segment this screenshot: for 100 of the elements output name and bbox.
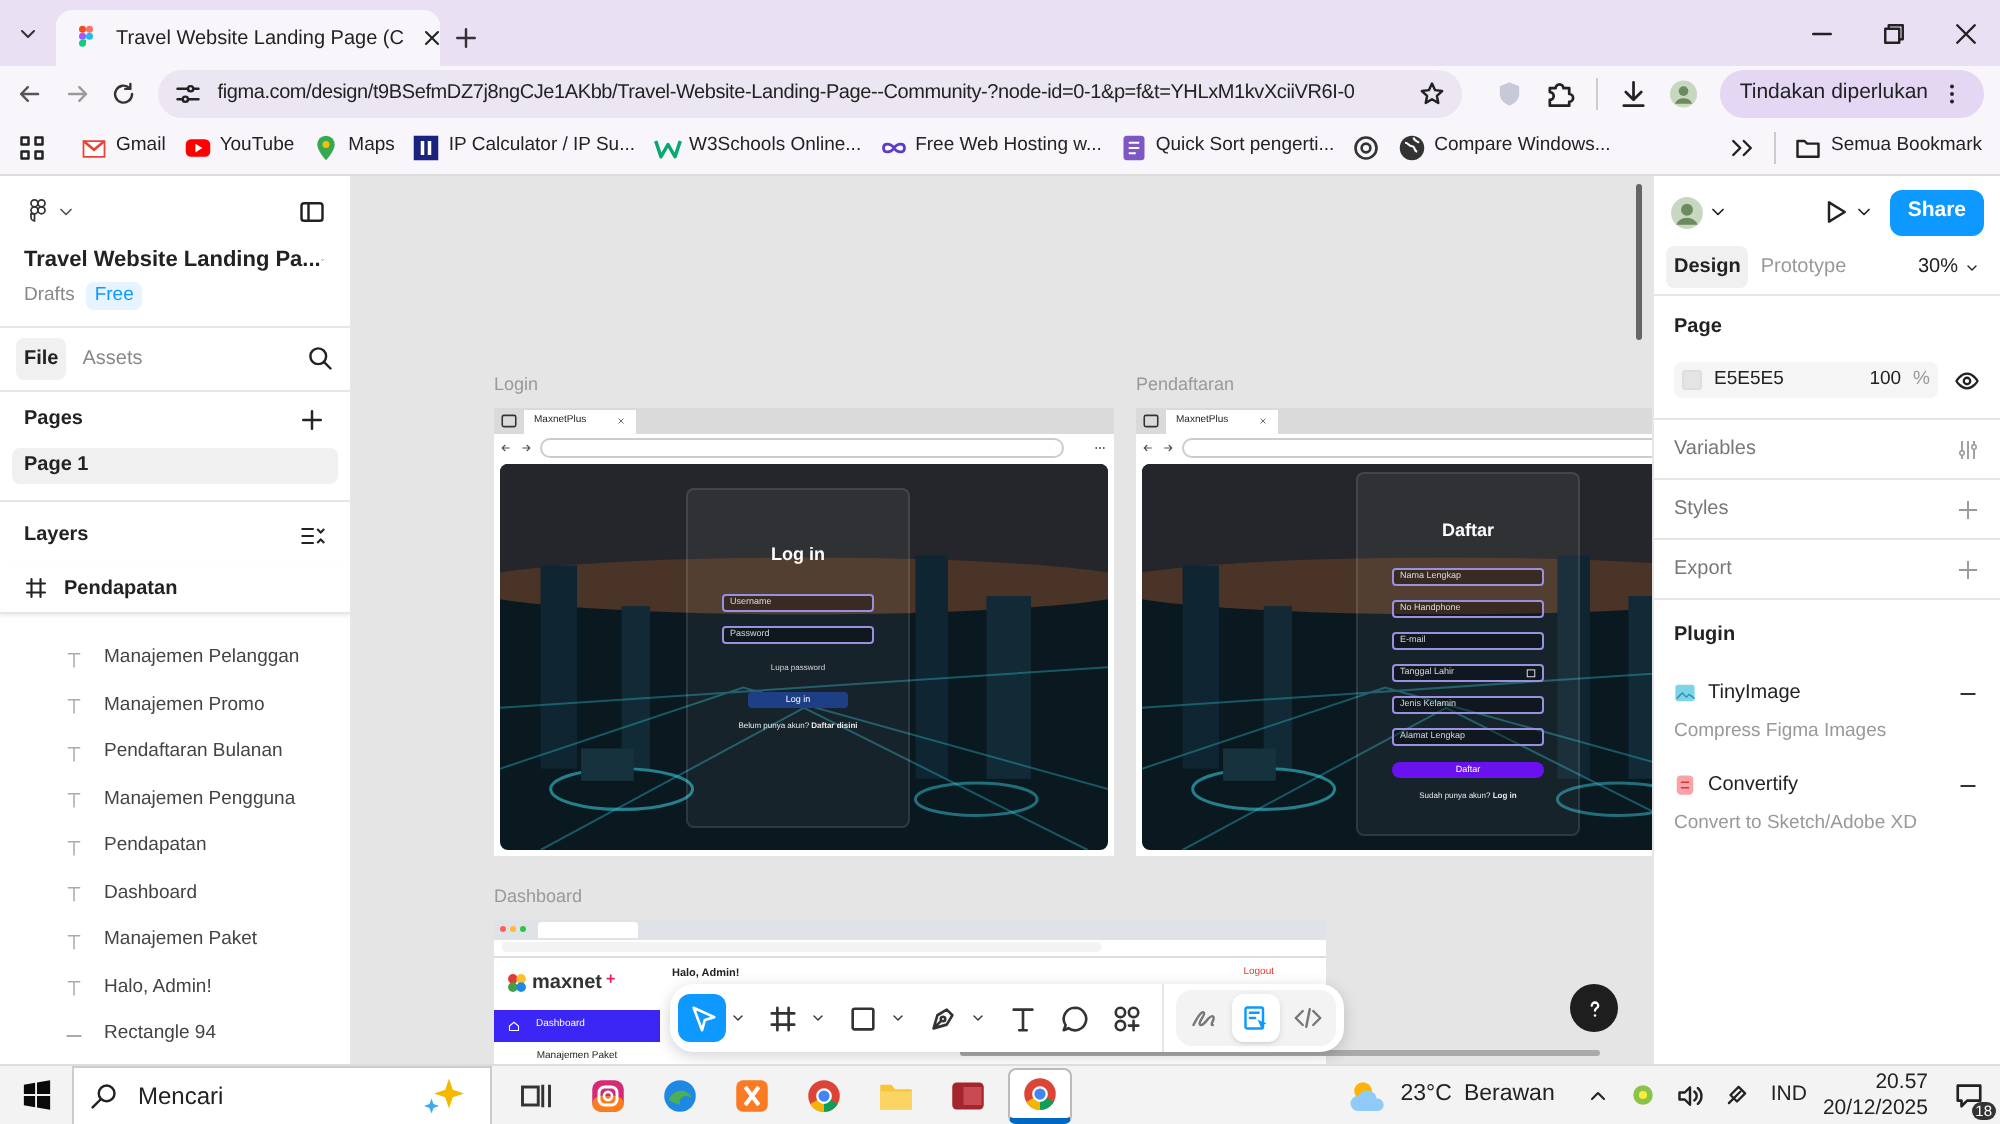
bookmark-icon <box>183 133 212 161</box>
weather-widget[interactable]: 23°C Berawan <box>1348 1075 1555 1115</box>
forward-icon <box>1162 441 1174 453</box>
plugin-name[interactable]: Convertify <box>1708 770 1944 801</box>
page-item[interactable]: Page 1 <box>12 447 338 484</box>
layer-row[interactable]: Manajemen Paket <box>0 917 350 965</box>
plugin-name[interactable]: TinyImage <box>1708 678 1944 708</box>
panel-toggle-icon[interactable] <box>298 198 326 226</box>
text-layer-icon <box>64 884 84 904</box>
action-button[interactable]: Tindakan diperlukan <box>1719 69 1985 117</box>
avatar-icon[interactable] <box>1668 77 1700 109</box>
browser-tab[interactable]: Travel Website Landing Page (C <box>56 10 440 66</box>
plugin-description: Convert to Sketch/Adobe XD <box>1672 810 1919 839</box>
reload-icon[interactable] <box>110 79 138 107</box>
close-icon[interactable] <box>1952 19 1980 47</box>
bookmark-icon[interactable] <box>1352 133 1381 161</box>
clock[interactable]: 20.57 20/12/2025 <box>1822 1069 1928 1121</box>
text-layer-icon <box>64 978 84 998</box>
image-icon <box>1674 682 1696 704</box>
all-bookmarks-link[interactable]: Semua Bookmark <box>1794 132 1982 162</box>
layer-row[interactable]: Manajemen Pelanggan <box>0 635 350 683</box>
text-layer-icon <box>64 790 84 810</box>
bookmark-link[interactable]: Compare Windows... <box>1398 132 1611 162</box>
bookmark-link[interactable]: Gmail <box>80 132 166 162</box>
db-icon <box>950 1077 986 1113</box>
text-layer-icon <box>64 931 84 951</box>
plan-badge: Free <box>86 281 142 310</box>
layer-row[interactable]: Pendaftaran Bulanan <box>0 729 350 777</box>
panel-tab[interactable]: Assets <box>74 337 151 380</box>
comment-icon <box>1059 1003 1089 1033</box>
sliders-icon[interactable] <box>1956 437 1980 461</box>
panel-tab[interactable]: Design <box>1666 246 1749 288</box>
section-heading[interactable]: Export <box>1674 554 1732 584</box>
section-heading: Page <box>1674 314 1724 342</box>
bookmark-link[interactable]: Free Web Hosting w... <box>879 132 1102 162</box>
ball-icon <box>1022 1075 1058 1111</box>
layer-row[interactable]: Manajemen Promo <box>0 682 350 730</box>
close-icon[interactable] <box>419 26 444 50</box>
bookmark-icon <box>1398 133 1427 161</box>
layer-row[interactable]: Pendapatan <box>0 823 350 871</box>
bookmark-star-icon[interactable] <box>1417 79 1446 107</box>
bookmark-link[interactable]: YouTube <box>183 132 295 162</box>
start-icon[interactable] <box>21 1080 51 1110</box>
file-title[interactable]: Travel Website Landing Pa... <box>24 244 321 277</box>
logo-text: maxnet <box>532 973 603 993</box>
code-icon <box>1294 1004 1322 1032</box>
bookmark-link[interactable]: Maps <box>312 132 395 162</box>
close-icon <box>1258 416 1268 426</box>
bookmark-link[interactable]: IP Calculator / IP Su... <box>412 132 636 162</box>
logo-mark: + <box>606 967 616 991</box>
mode-button[interactable] <box>1232 994 1280 1042</box>
mode-switch[interactable] <box>1176 990 1336 1046</box>
section-heading[interactable]: Variables <box>1674 434 1756 464</box>
address-bar[interactable]: figma.com/design/t9BSefmDZ7j8ngCJe1AKbb/Travel-Website-Landing-Page--Community-?node-id=0-1&p=f&t=YHLxM1kvXciiVR6I-0 <box>157 69 1462 117</box>
help-button[interactable] <box>1570 984 1618 1032</box>
taskbar-app[interactable] <box>1008 1067 1072 1123</box>
logo-icon <box>506 972 528 994</box>
volume-icon[interactable] <box>1676 1081 1705 1109</box>
download-icon[interactable] <box>1617 77 1649 109</box>
forward-icon <box>520 441 532 453</box>
ball-icon <box>806 1077 842 1113</box>
text-layer-icon <box>64 743 84 763</box>
calendar-icon <box>1526 668 1536 678</box>
pen-icon[interactable] <box>1724 1082 1751 1108</box>
zoom-menu[interactable]: 30% <box>1917 252 1980 282</box>
add-icon[interactable] <box>298 405 326 434</box>
layout-icon <box>1242 1004 1270 1032</box>
bookmark-link[interactable]: W3Schools Online... <box>653 132 862 162</box>
eye-icon[interactable] <box>1954 367 1980 393</box>
form-title: Daftar <box>1441 517 1494 543</box>
color-field[interactable]: E5E5E5 100 % <box>1674 362 1938 398</box>
search-icon[interactable] <box>306 344 334 373</box>
file-location: Drafts <box>24 281 75 309</box>
panel-tab[interactable]: File <box>16 337 67 380</box>
layer-row[interactable]: Rectangle 94 <box>0 1011 350 1059</box>
layer-row[interactable]: Manajemen Pengguna <box>0 776 350 824</box>
scrollbar[interactable] <box>1636 184 1642 340</box>
frame-icon <box>767 1003 797 1033</box>
new-tab-icon[interactable] <box>452 24 480 52</box>
site-settings-icon[interactable] <box>173 79 202 107</box>
home-icon <box>508 1019 520 1031</box>
back-icon <box>1142 441 1154 453</box>
close-icon <box>616 416 626 426</box>
plugin-icon <box>1674 774 1696 797</box>
search-field[interactable]: Mencari <box>72 1065 492 1124</box>
language-indicator[interactable]: IND <box>1770 1079 1807 1111</box>
frame-icon <box>24 576 48 601</box>
text-layer-icon <box>64 696 84 716</box>
avatar-icon[interactable] <box>1670 195 1704 229</box>
window-icon <box>500 411 518 429</box>
figma-logo-icon[interactable] <box>24 198 52 226</box>
section-heading[interactable]: Styles <box>1674 494 1729 524</box>
layer-row[interactable]: Halo, Admin! <box>0 964 350 1012</box>
extensions-icon[interactable] <box>1544 77 1576 109</box>
layer-row[interactable]: Dashboard <box>0 870 350 918</box>
bookmark-icon <box>1119 133 1148 161</box>
form-title: Log in <box>771 541 825 568</box>
bookmark-link[interactable]: Quick Sort pengerti... <box>1119 132 1335 162</box>
apps-grid-icon[interactable] <box>18 133 46 161</box>
restore-icon[interactable] <box>1880 19 1908 47</box>
